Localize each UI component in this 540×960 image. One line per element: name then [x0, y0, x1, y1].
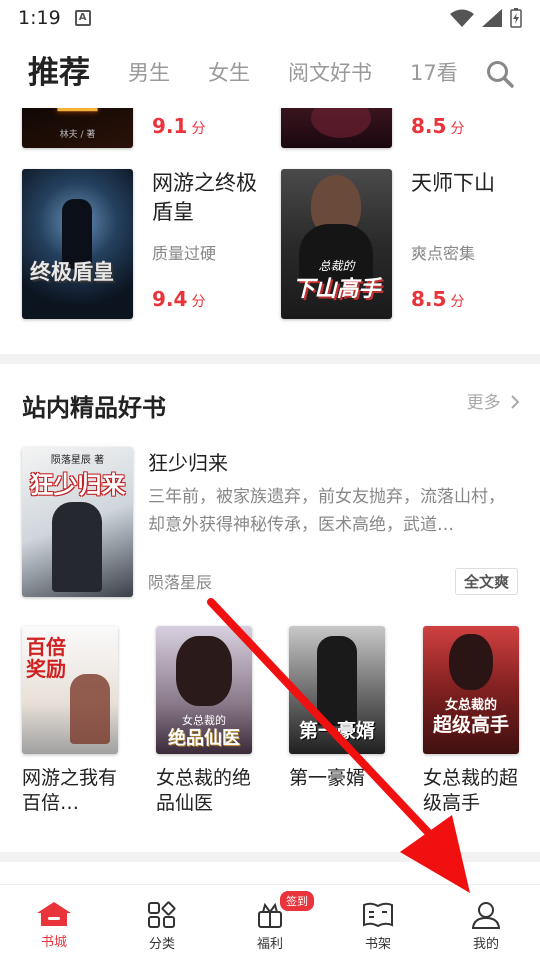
book-card[interactable]: 终极盾皇 网游之终极盾皇 质量过硬 9.4 分 [22, 169, 272, 319]
book-score: 9.4 分 [152, 287, 205, 311]
book-title: 狂少归来 [148, 451, 228, 475]
book-title: 女总裁的绝品仙医 [156, 767, 252, 814]
book-card[interactable]: 女总裁的 超级高手 女总裁的超级高手 [423, 626, 519, 816]
profile-icon [471, 902, 501, 929]
nav-profile[interactable]: 我的 [432, 885, 540, 960]
cover-title: 绝品仙医 [168, 728, 240, 749]
cover-title: 超级高手 [432, 714, 509, 736]
book-cover[interactable]: 第一豪婿 [289, 626, 385, 754]
tab-recommend[interactable]: 推荐 [28, 47, 90, 92]
section-divider [0, 852, 540, 862]
bookstore-content[interactable]: ━━━ 林夫 / 著 9.1 分 8.5 分 终极盾皇 网游之终极盾皇 质量过硬 9… [0, 108, 540, 884]
cover-title: 百倍奖励 [26, 635, 66, 681]
nav-welfare[interactable]: 签到 福利 [216, 885, 324, 960]
book-card[interactable]: 8.5 分 [281, 108, 531, 148]
score-value: 9.1 [152, 114, 188, 138]
book-cover[interactable]: 百倍奖励 [22, 626, 118, 754]
score-value: 8.5 [411, 287, 447, 311]
book-card[interactable]: 女总裁的 绝品仙医 女总裁的绝品仙医 [156, 626, 252, 816]
cover-title: 终极盾皇 [30, 260, 114, 284]
book-card[interactable]: 总裁的 下山高手 天师下山 爽点密集 8.5 分 [281, 169, 531, 319]
signal-icon [482, 9, 502, 27]
nav-bookstore[interactable]: 书城 [0, 885, 108, 960]
score-value: 8.5 [411, 114, 447, 138]
battery-icon [510, 8, 522, 28]
tab-17kan[interactable]: 17看 [410, 57, 458, 87]
book-card[interactable]: 第一豪婿 第一豪婿 [289, 626, 385, 791]
cover-title: 下山高手 [292, 277, 381, 302]
book-title: 女总裁的超级高手 [423, 767, 519, 814]
sim-indicator-icon: A [74, 10, 91, 26]
score-unit: 分 [191, 294, 206, 310]
nav-category[interactable]: 分类 [108, 885, 216, 960]
chevron-right-icon [511, 395, 520, 409]
book-title: 网游之我有百倍… [22, 767, 118, 814]
nav-label: 书城 [40, 935, 67, 950]
home-icon [37, 902, 71, 926]
book-score: 8.5 分 [411, 287, 464, 311]
book-tagline: 质量过硬 [152, 244, 217, 263]
book-card[interactable]: 百倍奖励 网游之我有百倍… [22, 626, 118, 816]
tab-female[interactable]: 女生 [208, 57, 250, 87]
book-tag: 全文爽 [454, 568, 518, 595]
book-cover[interactable]: 陨落星辰 著 狂少归来 [22, 447, 133, 597]
search-icon[interactable] [486, 60, 514, 88]
book-author: 陨落星辰 [148, 573, 213, 592]
nav-label: 书架 [364, 937, 391, 952]
category-icon [148, 901, 176, 928]
book-description: 三年前，被家族遗弃，前女友抛弃，流落山村，却意外获得神秘传承，医术高绝，武道… [148, 487, 505, 535]
section-divider [0, 354, 540, 364]
wifi-icon [450, 9, 474, 27]
more-label: 更多 [466, 393, 501, 413]
book-card[interactable]: ━━━ 林夫 / 著 9.1 分 [22, 108, 272, 148]
score-unit: 分 [450, 294, 465, 310]
bottom-navigation: 书城 分类 签到 福利 书架 我的 [0, 884, 540, 960]
score-unit: 分 [191, 121, 206, 137]
cover-author: 陨落星辰 著 [50, 455, 105, 466]
status-time: 1:19 [18, 7, 61, 29]
book-cover[interactable]: ━━━ 林夫 / 著 [22, 108, 133, 148]
score-unit: 分 [450, 121, 465, 137]
nav-label: 分类 [148, 937, 175, 952]
section-title: 站内精品好书 [22, 394, 166, 422]
cover-author: 林夫 / 著 [59, 130, 96, 140]
status-icons [450, 8, 522, 28]
nav-label: 我的 [472, 937, 499, 952]
top-navigation: 推荐 男生 女生 阅文好书 17看 [0, 36, 540, 108]
checkin-badge: 签到 [278, 889, 316, 913]
book-cover[interactable] [281, 108, 392, 148]
book-score: 9.1 分 [152, 114, 205, 138]
book-title: 天师下山 [411, 171, 495, 195]
book-cover[interactable]: 总裁的 下山高手 [281, 169, 392, 319]
nav-bookshelf[interactable]: 书架 [324, 885, 432, 960]
tab-male[interactable]: 男生 [128, 57, 170, 87]
bookshelf-icon [363, 902, 393, 928]
book-cover[interactable]: 女总裁的 绝品仙医 [156, 626, 252, 754]
book-title: 网游之终极盾皇 [152, 171, 257, 224]
book-tagline: 爽点密集 [411, 244, 476, 263]
book-cover[interactable]: 终极盾皇 [22, 169, 133, 319]
score-value: 9.4 [152, 287, 188, 311]
more-link[interactable]: 更多 [467, 388, 520, 413]
book-title: 第一豪婿 [289, 767, 366, 789]
status-bar: 1:19 A [0, 0, 540, 36]
book-cover[interactable]: 女总裁的 超级高手 [423, 626, 519, 754]
nav-label: 福利 [256, 937, 283, 952]
book-score: 8.5 分 [411, 114, 464, 138]
cover-title: 狂少归来 [29, 471, 126, 499]
cover-title: 第一豪婿 [298, 720, 375, 742]
tab-yuewen-books[interactable]: 阅文好书 [288, 57, 372, 87]
